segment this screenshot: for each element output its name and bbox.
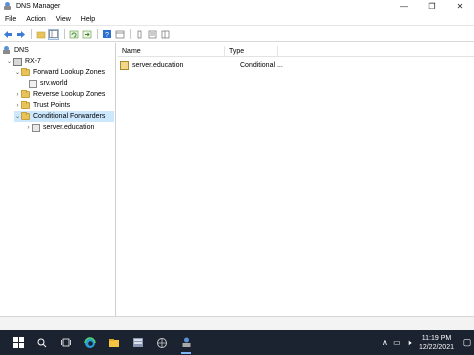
tree-label: RX-7 [25,58,41,65]
restore-button[interactable]: ❐ [418,0,446,13]
title-bar: DNS Manager — ❐ ✕ [0,0,474,13]
folder-icon [21,112,30,120]
toolbar-separator [97,29,98,39]
menu-view[interactable]: View [51,16,76,23]
tree-label: Trust Points [33,102,71,109]
window-title: DNS Manager [16,3,61,10]
toolbar-separator [31,29,32,39]
column-view-icon[interactable] [134,29,145,40]
detail-view-icon[interactable] [160,29,171,40]
file-explorer-icon[interactable] [102,330,126,355]
search-icon[interactable] [30,330,54,355]
clock[interactable]: 11:19 PM 12/22/2021 [419,334,454,352]
back-arrow-icon[interactable] [2,29,13,40]
dns-icon [2,46,11,55]
list-header: Name Type [118,46,474,57]
server-icon [13,57,22,66]
chevron-down-icon[interactable]: ⌄ [14,69,21,76]
tree-label: DNS [14,47,29,54]
zone-icon [29,79,37,88]
chevron-down-icon[interactable]: ⌄ [14,113,21,120]
tree-item-server-education[interactable]: › server.education [25,122,94,133]
toolbar-separator [130,29,131,39]
tree-label: server.education [43,124,95,131]
tree-item-dns[interactable]: DNS [2,45,29,56]
up-folder-icon[interactable] [35,29,46,40]
network-tool-icon[interactable] [150,330,174,355]
tree-item-forward-lookup-zones[interactable]: ⌄ Forward Lookup Zones [14,67,105,78]
properties-icon[interactable] [114,29,125,40]
tree-item-conditional-forwarders[interactable]: ⌄ Conditional Forwarders [14,111,114,122]
toolbar-separator [64,29,65,39]
tree-label: srv.world [40,80,68,87]
list-item-type: Conditional ... [240,62,283,69]
menu-action[interactable]: Action [21,16,50,23]
console-tree: DNS ⌄ RX-7 ⌄ Forward Lookup Zones srv.wo… [0,43,116,316]
dns-manager-icon [3,2,12,11]
clock-time: 11:19 PM [421,334,452,342]
chevron-right-icon[interactable]: › [14,103,21,109]
network-icon[interactable]: ▭ [391,338,403,347]
chevron-right-icon[interactable]: › [14,92,21,98]
svg-text:?: ? [105,32,109,39]
windows-logo-icon [12,337,24,348]
export-list-icon[interactable] [81,29,92,40]
tree-item-server[interactable]: ⌄ RX-7 [6,56,41,67]
refresh-icon[interactable] [68,29,79,40]
minimize-button[interactable]: — [390,0,418,13]
window-controls: — ❐ ✕ [390,0,474,13]
server-manager-icon[interactable] [126,330,150,355]
folder-icon [21,90,30,98]
column-header-name[interactable]: Name [118,46,225,56]
column-header-type[interactable]: Type [225,46,278,56]
forwarder-icon [32,123,40,132]
edge-browser-icon[interactable] [78,330,102,355]
close-button[interactable]: ✕ [446,0,474,13]
menu-file[interactable]: File [0,16,21,23]
tree-item-srv-world[interactable]: srv.world [29,78,67,89]
show-hidden-icons-chevron-icon[interactable]: ∧ [379,338,391,347]
task-view-icon[interactable] [54,330,78,355]
notification-center-icon[interactable]: ▢ [460,336,474,350]
show-hide-tree-icon[interactable] [48,28,59,40]
menu-help[interactable]: Help [76,16,100,23]
chevron-down-icon[interactable]: ⌄ [6,58,13,65]
clock-date: 12/22/2021 [418,343,454,351]
list-item[interactable]: server.education Conditional ... [120,60,283,71]
start-button[interactable] [6,330,30,355]
tree-label: Forward Lookup Zones [33,69,105,76]
tree-label: Conditional Forwarders [33,113,106,120]
chevron-right-icon[interactable]: › [25,125,32,131]
folder-icon [21,101,30,109]
tree-item-reverse-lookup-zones[interactable]: › Reverse Lookup Zones [14,89,105,100]
help-icon[interactable]: ? [101,29,112,40]
status-bar [0,316,474,330]
folder-icon [21,68,30,76]
list-view-icon[interactable] [147,29,158,40]
tree-label: Reverse Lookup Zones [33,91,106,98]
toolbar: ? [0,27,474,42]
taskbar: ∧ ▭ 🕨 11:19 PM 12/22/2021 ▢ [0,330,474,355]
volume-muted-icon[interactable]: 🕨 [403,338,415,348]
conditional-forwarder-icon [120,61,129,70]
menu-bar: File Action View Help [0,13,474,26]
tree-item-trust-points[interactable]: › Trust Points [14,100,70,111]
dns-manager-taskbar-icon[interactable] [174,330,198,355]
forward-arrow-icon[interactable] [15,29,26,40]
system-tray: ∧ ▭ 🕨 11:19 PM 12/22/2021 ▢ [379,330,474,355]
details-pane: Name Type server.education Conditional .… [118,43,474,316]
list-item-name: server.education [132,62,184,69]
